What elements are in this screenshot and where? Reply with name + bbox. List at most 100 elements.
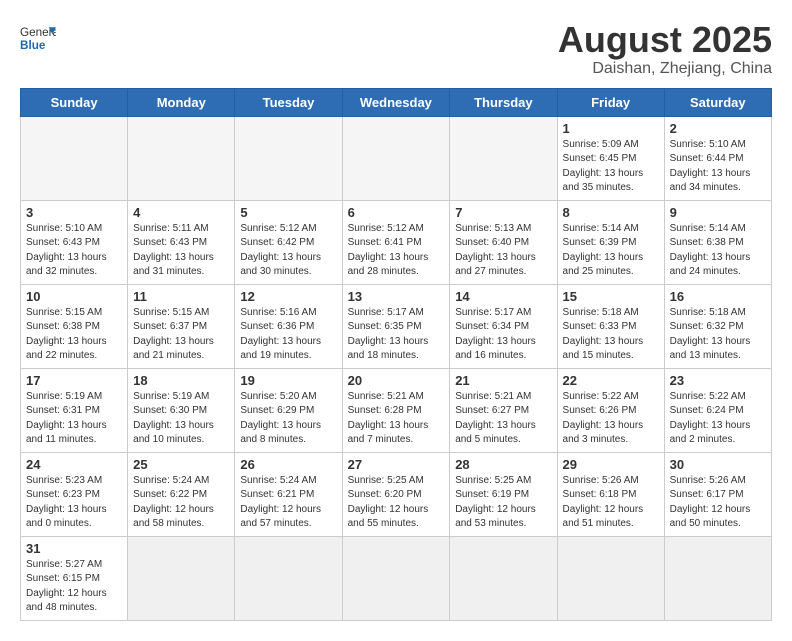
header: General Blue August 2025 Daishan, Zhejia… <box>20 20 772 78</box>
calendar-cell: 31Sunrise: 5:27 AM Sunset: 6:15 PM Dayli… <box>21 536 128 620</box>
calendar-cell <box>21 116 128 200</box>
day-info: Sunrise: 5:19 AM Sunset: 6:31 PM Dayligh… <box>26 390 122 448</box>
day-info: Sunrise: 5:10 AM Sunset: 6:43 PM Dayligh… <box>26 222 122 280</box>
calendar-cell: 14Sunrise: 5:17 AM Sunset: 6:34 PM Dayli… <box>450 284 557 368</box>
calendar-cell: 11 Sunrise: 5:15 AM Sunset: 6:37 PM Dayli… <box>128 284 235 368</box>
week-row-5: 31Sunrise: 5:27 AM Sunset: 6:15 PM Dayli… <box>21 536 772 620</box>
calendar-cell: 24 Sunrise: 5:23 AM Sunset: 6:23 PM Dayli… <box>21 452 128 536</box>
week-row-1: 3Sunrise: 5:10 AM Sunset: 6:43 PM Daylig… <box>21 200 772 284</box>
weekday-saturday: Saturday <box>664 88 771 116</box>
day-number: 16 <box>670 289 766 304</box>
calendar-cell <box>664 536 771 620</box>
day-info: Sunrise: 5:21 AM Sunset: 6:27 PM Dayligh… <box>455 390 551 448</box>
calendar-table: SundayMondayTuesdayWednesdayThursdayFrid… <box>20 88 772 621</box>
day-info: Sunrise: 5:22 AM Sunset: 6:24 PM Dayligh… <box>670 390 766 448</box>
calendar-cell: 15Sunrise: 5:18 AM Sunset: 6:33 PM Dayli… <box>557 284 664 368</box>
day-info: Sunrise: 5:17 AM Sunset: 6:35 PM Dayligh… <box>348 306 445 364</box>
day-info: Sunrise: 5:13 AM Sunset: 6:40 PM Dayligh… <box>455 222 551 280</box>
weekday-wednesday: Wednesday <box>342 88 450 116</box>
calendar-cell: 4 Sunrise: 5:11 AM Sunset: 6:43 PM Daylig… <box>128 200 235 284</box>
weekday-header-row: SundayMondayTuesdayWednesdayThursdayFrid… <box>21 88 772 116</box>
calendar-cell: 20 Sunrise: 5:21 AM Sunset: 6:28 PM Dayli… <box>342 368 450 452</box>
calendar-cell <box>128 536 235 620</box>
day-info: Sunrise: 5:25 AM Sunset: 6:19 PM Dayligh… <box>455 474 551 532</box>
calendar-subtitle: Daishan, Zhejiang, China <box>558 60 772 78</box>
calendar-cell: 6 Sunrise: 5:12 AM Sunset: 6:41 PM Daylig… <box>342 200 450 284</box>
calendar-cell: 8 Sunrise: 5:14 AM Sunset: 6:39 PM Daylig… <box>557 200 664 284</box>
logo: General Blue <box>20 20 56 56</box>
weekday-tuesday: Tuesday <box>235 88 342 116</box>
day-number: 9 <box>670 205 766 220</box>
day-number: 27 <box>348 457 445 472</box>
calendar-cell <box>342 536 450 620</box>
calendar-cell <box>128 116 235 200</box>
calendar-cell: 27 Sunrise: 5:25 AM Sunset: 6:20 PM Dayli… <box>342 452 450 536</box>
calendar-cell: 17 Sunrise: 5:19 AM Sunset: 6:31 PM Dayli… <box>21 368 128 452</box>
calendar-cell: 28 Sunrise: 5:25 AM Sunset: 6:19 PM Dayli… <box>450 452 557 536</box>
weekday-monday: Monday <box>128 88 235 116</box>
day-number: 5 <box>240 205 336 220</box>
calendar-cell: 29 Sunrise: 5:26 AM Sunset: 6:18 PM Dayli… <box>557 452 664 536</box>
day-info: Sunrise: 5:11 AM Sunset: 6:43 PM Dayligh… <box>133 222 229 280</box>
calendar-cell: 12 Sunrise: 5:16 AM Sunset: 6:36 PM Dayli… <box>235 284 342 368</box>
day-info: Sunrise: 5:22 AM Sunset: 6:26 PM Dayligh… <box>563 390 659 448</box>
day-number: 19 <box>240 373 336 388</box>
calendar-cell <box>450 536 557 620</box>
day-info: Sunrise: 5:26 AM Sunset: 6:18 PM Dayligh… <box>563 474 659 532</box>
calendar-cell: 13Sunrise: 5:17 AM Sunset: 6:35 PM Dayli… <box>342 284 450 368</box>
calendar-cell: 10Sunrise: 5:15 AM Sunset: 6:38 PM Dayli… <box>21 284 128 368</box>
day-info: Sunrise: 5:14 AM Sunset: 6:39 PM Dayligh… <box>563 222 659 280</box>
calendar-cell: 23Sunrise: 5:22 AM Sunset: 6:24 PM Dayli… <box>664 368 771 452</box>
calendar-cell: 19 Sunrise: 5:20 AM Sunset: 6:29 PM Dayli… <box>235 368 342 452</box>
day-number: 28 <box>455 457 551 472</box>
day-number: 20 <box>348 373 445 388</box>
day-number: 30 <box>670 457 766 472</box>
day-number: 8 <box>563 205 659 220</box>
week-row-4: 24 Sunrise: 5:23 AM Sunset: 6:23 PM Dayli… <box>21 452 772 536</box>
day-info: Sunrise: 5:14 AM Sunset: 6:38 PM Dayligh… <box>670 222 766 280</box>
day-number: 6 <box>348 205 445 220</box>
calendar-cell: 16 Sunrise: 5:18 AM Sunset: 6:32 PM Dayli… <box>664 284 771 368</box>
day-info: Sunrise: 5:15 AM Sunset: 6:38 PM Dayligh… <box>26 306 122 364</box>
day-number: 29 <box>563 457 659 472</box>
day-info: Sunrise: 5:26 AM Sunset: 6:17 PM Dayligh… <box>670 474 766 532</box>
day-info: Sunrise: 5:25 AM Sunset: 6:20 PM Dayligh… <box>348 474 445 532</box>
day-info: Sunrise: 5:10 AM Sunset: 6:44 PM Dayligh… <box>670 138 766 196</box>
day-info: Sunrise: 5:12 AM Sunset: 6:41 PM Dayligh… <box>348 222 445 280</box>
day-info: Sunrise: 5:23 AM Sunset: 6:23 PM Dayligh… <box>26 474 122 532</box>
calendar-cell: 21Sunrise: 5:21 AM Sunset: 6:27 PM Dayli… <box>450 368 557 452</box>
calendar-cell: 5Sunrise: 5:12 AM Sunset: 6:42 PM Daylig… <box>235 200 342 284</box>
calendar-cell: 9 Sunrise: 5:14 AM Sunset: 6:38 PM Daylig… <box>664 200 771 284</box>
day-info: Sunrise: 5:24 AM Sunset: 6:21 PM Dayligh… <box>240 474 336 532</box>
calendar-cell: 25Sunrise: 5:24 AM Sunset: 6:22 PM Dayli… <box>128 452 235 536</box>
calendar-cell: 1 Sunrise: 5:09 AM Sunset: 6:45 PM Daylig… <box>557 116 664 200</box>
calendar-cell <box>235 116 342 200</box>
calendar-cell: 18 Sunrise: 5:19 AM Sunset: 6:30 PM Dayli… <box>128 368 235 452</box>
week-row-3: 17 Sunrise: 5:19 AM Sunset: 6:31 PM Dayli… <box>21 368 772 452</box>
day-number: 17 <box>26 373 122 388</box>
day-number: 1 <box>563 121 659 136</box>
day-number: 4 <box>133 205 229 220</box>
svg-text:Blue: Blue <box>20 39 46 52</box>
day-info: Sunrise: 5:18 AM Sunset: 6:32 PM Dayligh… <box>670 306 766 364</box>
day-number: 11 <box>133 289 229 304</box>
day-info: Sunrise: 5:15 AM Sunset: 6:37 PM Dayligh… <box>133 306 229 364</box>
calendar-cell <box>235 536 342 620</box>
calendar-cell <box>557 536 664 620</box>
day-number: 12 <box>240 289 336 304</box>
day-number: 15 <box>563 289 659 304</box>
day-number: 18 <box>133 373 229 388</box>
day-info: Sunrise: 5:20 AM Sunset: 6:29 PM Dayligh… <box>240 390 336 448</box>
day-number: 24 <box>26 457 122 472</box>
day-number: 31 <box>26 541 122 556</box>
day-info: Sunrise: 5:19 AM Sunset: 6:30 PM Dayligh… <box>133 390 229 448</box>
week-row-2: 10Sunrise: 5:15 AM Sunset: 6:38 PM Dayli… <box>21 284 772 368</box>
day-info: Sunrise: 5:21 AM Sunset: 6:28 PM Dayligh… <box>348 390 445 448</box>
calendar-cell: 30 Sunrise: 5:26 AM Sunset: 6:17 PM Dayli… <box>664 452 771 536</box>
calendar-cell <box>450 116 557 200</box>
day-number: 7 <box>455 205 551 220</box>
calendar-cell: 7 Sunrise: 5:13 AM Sunset: 6:40 PM Daylig… <box>450 200 557 284</box>
day-info: Sunrise: 5:16 AM Sunset: 6:36 PM Dayligh… <box>240 306 336 364</box>
day-info: Sunrise: 5:09 AM Sunset: 6:45 PM Dayligh… <box>563 138 659 196</box>
calendar-cell <box>342 116 450 200</box>
